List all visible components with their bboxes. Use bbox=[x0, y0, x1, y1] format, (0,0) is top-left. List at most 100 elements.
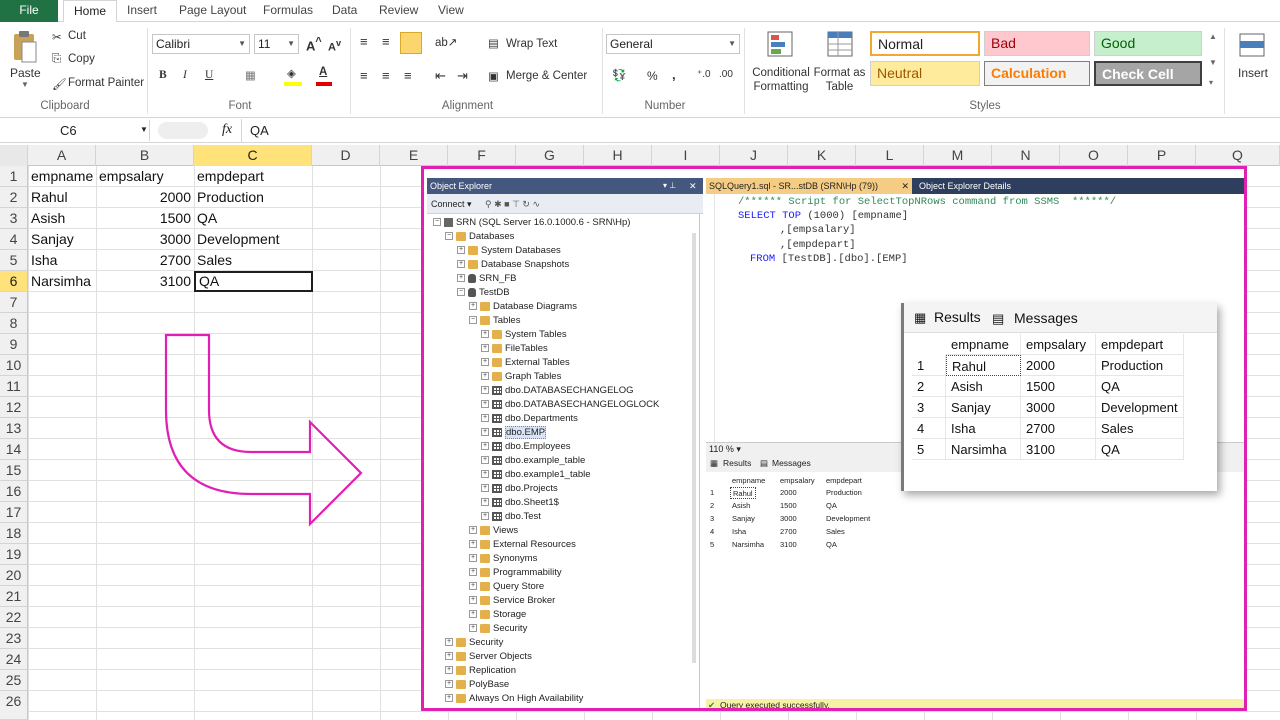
row-header[interactable]: 13 bbox=[0, 418, 28, 439]
cell[interactable]: 2000 bbox=[96, 187, 194, 208]
tab-page-layout[interactable]: Page Layout bbox=[169, 0, 256, 22]
insert-button[interactable]: Insert bbox=[1238, 66, 1268, 80]
tree-node[interactable]: + dbo.Departments bbox=[481, 412, 578, 426]
comma-button[interactable]: , bbox=[672, 67, 676, 82]
expand-icon[interactable]: + bbox=[481, 484, 489, 493]
grid-cell[interactable]: Sales bbox=[1096, 418, 1184, 439]
tab-file[interactable]: File bbox=[0, 0, 58, 22]
align-right-icon[interactable]: ≡ bbox=[404, 68, 412, 83]
row-header[interactable]: 5 bbox=[0, 250, 28, 271]
row-header[interactable]: 2 bbox=[0, 187, 28, 208]
expand-icon[interactable]: + bbox=[469, 540, 477, 549]
tree-node[interactable]: + dbo.EMP bbox=[481, 426, 547, 440]
expand-icon[interactable]: + bbox=[457, 246, 465, 255]
tab-results[interactable]: Results bbox=[934, 307, 981, 328]
expand-icon[interactable]: + bbox=[457, 260, 465, 269]
grid-cell[interactable]: Development bbox=[826, 513, 870, 525]
grid-cell[interactable]: Sales bbox=[826, 526, 845, 538]
tree-node[interactable]: + SRN_FB bbox=[457, 272, 516, 286]
collapse-icon[interactable]: − bbox=[457, 288, 465, 297]
grow-font-icon[interactable]: A^ bbox=[306, 36, 322, 53]
tab-data[interactable]: Data bbox=[322, 0, 367, 22]
column-header[interactable]: I bbox=[652, 145, 720, 166]
font-size-combo[interactable]: 11 ▼ bbox=[254, 34, 299, 54]
column-header[interactable]: P bbox=[1128, 145, 1196, 166]
column-header[interactable]: D bbox=[312, 145, 380, 166]
format-painter-button[interactable]: Format Painter bbox=[68, 77, 144, 89]
expand-icon[interactable]: + bbox=[457, 274, 465, 283]
row-header[interactable]: 18 bbox=[0, 523, 28, 544]
tree-node[interactable]: + Server Objects bbox=[445, 650, 532, 664]
fill-color-icon[interactable] bbox=[284, 82, 302, 86]
collapse-icon[interactable]: − bbox=[469, 316, 477, 325]
row-header[interactable]: 26 bbox=[0, 691, 28, 720]
column-header[interactable]: G bbox=[516, 145, 584, 166]
tab-query[interactable]: SQLQuery1.sql - SR...stDB (SRN\Hp (79)) ✕ bbox=[706, 178, 912, 194]
merge-center-button[interactable]: Merge & Center bbox=[506, 70, 587, 82]
italic-button[interactable]: I bbox=[183, 69, 187, 81]
tab-insert[interactable]: Insert bbox=[117, 0, 167, 22]
grid-cell[interactable]: Production bbox=[826, 487, 862, 499]
tab-messages[interactable]: Messages bbox=[772, 458, 811, 468]
cut-button[interactable]: Cut bbox=[68, 30, 86, 42]
grid-cell[interactable]: Asish bbox=[946, 376, 1021, 397]
styles-more-icon[interactable]: ▾ bbox=[1209, 78, 1213, 87]
grid-cell[interactable]: 1500 bbox=[780, 500, 797, 512]
increase-decimal-icon[interactable]: ⁺.0 bbox=[697, 69, 711, 80]
grid-cell[interactable]: Sanjay bbox=[946, 397, 1021, 418]
expand-icon[interactable]: + bbox=[469, 610, 477, 619]
copy-icon[interactable]: ⎘ bbox=[52, 53, 61, 66]
tree-node[interactable]: + Security bbox=[445, 636, 503, 650]
orientation-icon[interactable]: ab↗ bbox=[435, 35, 457, 49]
cell[interactable]: 3100 bbox=[96, 271, 194, 292]
align-bottom-icon[interactable] bbox=[400, 32, 422, 54]
paste-button[interactable]: Paste bbox=[10, 66, 41, 80]
grid-cell[interactable]: Narsimha bbox=[946, 439, 1021, 460]
tree-node[interactable]: + dbo.Sheet1$ bbox=[481, 496, 559, 510]
row-header[interactable]: 23 bbox=[0, 628, 28, 649]
cell[interactable]: 1500 bbox=[96, 208, 194, 229]
name-box[interactable]: C6 ▼ bbox=[0, 120, 150, 141]
expand-icon[interactable]: + bbox=[481, 470, 489, 479]
expand-icon[interactable]: + bbox=[481, 414, 489, 423]
expand-icon[interactable]: + bbox=[469, 526, 477, 535]
collapse-icon[interactable]: − bbox=[445, 232, 453, 241]
tab-home[interactable]: Home bbox=[63, 0, 118, 23]
expand-icon[interactable]: + bbox=[481, 428, 489, 437]
expand-icon[interactable]: + bbox=[469, 596, 477, 605]
expand-icon[interactable]: + bbox=[481, 358, 489, 367]
expand-icon[interactable]: + bbox=[481, 344, 489, 353]
tree-node[interactable]: + FileTables bbox=[481, 342, 548, 356]
row-header[interactable]: 1 bbox=[0, 166, 28, 187]
styles-scroll-down-icon[interactable]: ▼ bbox=[1209, 58, 1217, 67]
grid-cell[interactable]: 2700 bbox=[1021, 418, 1096, 439]
column-header[interactable]: H bbox=[584, 145, 652, 166]
tree-node[interactable]: + dbo.Employees bbox=[481, 440, 570, 454]
grid-cell[interactable]: Rahul bbox=[946, 355, 1021, 376]
tab-formulas[interactable]: Formulas bbox=[253, 0, 323, 22]
formula-input[interactable]: QA bbox=[250, 123, 269, 138]
active-cell[interactable]: QA bbox=[194, 271, 313, 292]
tree-node[interactable]: + System Databases bbox=[457, 244, 561, 258]
paint-bucket-icon[interactable]: ◈ bbox=[287, 66, 296, 80]
row-header[interactable]: 4 bbox=[0, 229, 28, 250]
expand-icon[interactable]: + bbox=[481, 512, 489, 521]
row-header[interactable]: 17 bbox=[0, 502, 28, 523]
copy-button[interactable]: Copy bbox=[68, 53, 95, 65]
close-icon[interactable]: ✕ bbox=[689, 178, 697, 194]
tab-review[interactable]: Review bbox=[369, 0, 428, 22]
borders-icon[interactable]: ▦ bbox=[245, 68, 256, 82]
tree-node[interactable]: + Database Snapshots bbox=[457, 258, 569, 272]
conditional-formatting-icon[interactable] bbox=[766, 30, 794, 58]
cell[interactable]: Sales bbox=[194, 250, 312, 271]
column-header[interactable]: L bbox=[856, 145, 924, 166]
grid-cell[interactable]: Rahul bbox=[730, 487, 756, 499]
row-header[interactable]: 22 bbox=[0, 607, 28, 628]
column-header[interactable]: Q bbox=[1196, 145, 1280, 166]
grid-cell[interactable]: Isha bbox=[732, 526, 746, 538]
align-top-icon[interactable]: ≡ bbox=[360, 34, 368, 49]
row-header[interactable]: 10 bbox=[0, 355, 28, 376]
grid-cell[interactable]: QA bbox=[1096, 376, 1184, 397]
row-header[interactable]: 3 bbox=[0, 208, 28, 229]
tree-node[interactable]: + External Resources bbox=[469, 538, 576, 552]
